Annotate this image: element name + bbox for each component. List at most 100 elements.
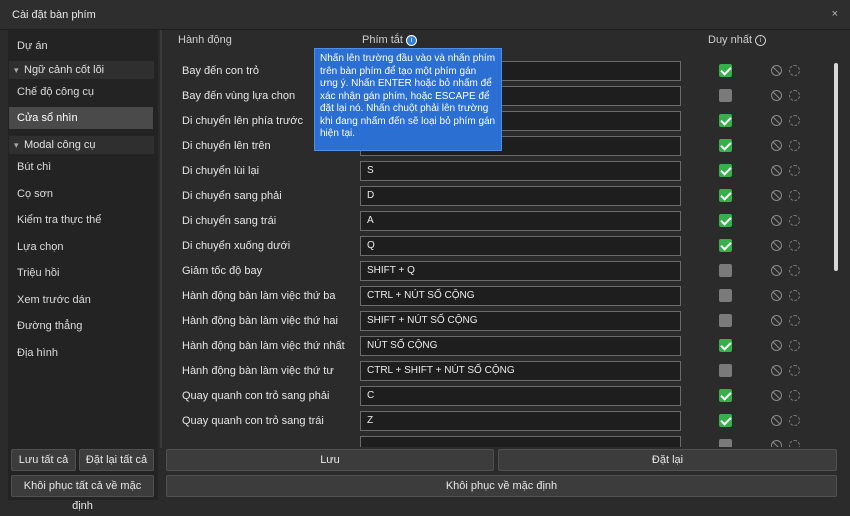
unique-checkbox[interactable] xyxy=(719,114,732,127)
unique-checkbox[interactable] xyxy=(719,339,732,352)
clear-binding-icon[interactable] xyxy=(771,90,782,101)
unique-checkbox[interactable] xyxy=(719,189,732,202)
clear-binding-icon[interactable] xyxy=(771,440,782,447)
clear-binding-icon[interactable] xyxy=(771,390,782,401)
sidebar-item[interactable]: Bút chì xyxy=(9,156,153,178)
reset-binding-icon[interactable] xyxy=(789,65,800,76)
sidebar-item-label: Xem trước dán xyxy=(17,294,91,306)
reset-binding-icon[interactable] xyxy=(789,390,800,401)
restore-defaults-button[interactable]: Khôi phục về mặc định xyxy=(166,475,837,497)
unique-checkbox[interactable] xyxy=(719,64,732,77)
shortcut-input[interactable]: D xyxy=(360,186,681,206)
unique-checkbox[interactable] xyxy=(719,389,732,402)
clear-binding-icon[interactable] xyxy=(771,215,782,226)
save-button[interactable]: Lưu xyxy=(166,449,494,471)
header-unique-label: Duy nhất xyxy=(708,34,753,46)
close-icon[interactable]: × xyxy=(832,8,838,20)
clear-binding-icon[interactable] xyxy=(771,240,782,251)
unique-checkbox[interactable] xyxy=(719,414,732,427)
sidebar-item-label: Lựa chọn xyxy=(17,241,64,253)
clear-binding-icon[interactable] xyxy=(771,365,782,376)
action-label: Bay đến vùng lựa chọn xyxy=(182,90,296,102)
reset-binding-icon[interactable] xyxy=(789,190,800,201)
unique-checkbox[interactable] xyxy=(719,314,732,327)
clear-binding-icon[interactable] xyxy=(771,315,782,326)
sidebar-item[interactable]: Xem trước dán xyxy=(9,289,153,311)
clear-binding-icon[interactable] xyxy=(771,165,782,176)
help-tooltip: Nhấn lên trường đầu vào và nhấn phím trê… xyxy=(314,48,502,151)
sidebar-item-label: Chế độ công cụ xyxy=(17,86,95,98)
action-label: Hành động bàn làm việc thứ tư xyxy=(182,365,334,377)
reset-binding-icon[interactable] xyxy=(789,340,800,351)
reset-binding-icon[interactable] xyxy=(789,415,800,426)
bindings-list: Bay đến con trỏ Bay đến vùng lựa chọn Di c… xyxy=(162,60,842,447)
sidebar-item[interactable]: Cửa sổ nhìn xyxy=(9,107,153,129)
sidebar-item[interactable]: Dự án xyxy=(9,35,153,57)
reset-button[interactable]: Đặt lại xyxy=(498,449,837,471)
unique-checkbox[interactable] xyxy=(719,364,732,377)
shortcut-input[interactable]: CTRL + NÚT SỐ CỘNG xyxy=(360,286,681,306)
action-label: Hành động bàn làm việc thứ ba xyxy=(182,290,336,302)
reset-binding-icon[interactable] xyxy=(789,290,800,301)
reset-binding-icon[interactable] xyxy=(789,165,800,176)
shortcut-input[interactable]: Q xyxy=(360,236,681,256)
reset-binding-icon[interactable] xyxy=(789,365,800,376)
shortcut-input[interactable]: SHIFT + NÚT SỐ CỘNG xyxy=(360,311,681,331)
sidebar-item[interactable]: Lựa chọn xyxy=(9,236,153,258)
scrollbar[interactable] xyxy=(834,63,838,271)
sidebar-item-label: Triệu hồi xyxy=(17,267,60,279)
unique-checkbox[interactable] xyxy=(719,214,732,227)
sidebar-item-label: Ngữ cảnh cốt lõi xyxy=(24,64,105,76)
reset-binding-icon[interactable] xyxy=(789,440,800,447)
sidebar-item-label: Modal công cụ xyxy=(24,139,96,151)
clear-binding-icon[interactable] xyxy=(771,340,782,351)
shortcut-input[interactable]: NÚT SỐ CỘNG xyxy=(360,336,681,356)
clear-binding-icon[interactable] xyxy=(771,265,782,276)
action-label: Giảm tốc độ bay xyxy=(182,265,263,277)
unique-checkbox[interactable] xyxy=(719,264,732,277)
info-icon[interactable]: i xyxy=(405,34,417,46)
unique-checkbox[interactable] xyxy=(719,89,732,102)
unique-checkbox[interactable] xyxy=(719,164,732,177)
sidebar-group[interactable]: ▾ Modal công cụ xyxy=(9,136,154,154)
info-icon[interactable]: i xyxy=(755,34,767,46)
reset-binding-icon[interactable] xyxy=(789,115,800,126)
reset-binding-icon[interactable] xyxy=(789,240,800,251)
action-label: Di chuyển lùi lại xyxy=(182,165,260,177)
unique-checkbox[interactable] xyxy=(719,289,732,302)
sidebar-item[interactable]: Triệu hồi xyxy=(9,262,153,284)
sidebar-item[interactable]: Kiểm tra thực thể xyxy=(9,209,153,231)
shortcut-input[interactable]: CTRL + SHIFT + NÚT SỐ CỘNG xyxy=(360,361,681,381)
reset-binding-icon[interactable] xyxy=(789,315,800,326)
shortcut-input[interactable]: Z xyxy=(360,411,681,431)
reset-binding-icon[interactable] xyxy=(789,90,800,101)
shortcut-input[interactable]: C xyxy=(360,386,681,406)
header-unique: Duy nhất i xyxy=(708,34,767,50)
unique-checkbox[interactable] xyxy=(719,139,732,152)
unique-checkbox[interactable] xyxy=(719,439,732,447)
clear-binding-icon[interactable] xyxy=(771,415,782,426)
restore-all-defaults-button[interactable]: Khôi phục tất cả về mặc định xyxy=(11,475,154,512)
shortcut-input[interactable]: A xyxy=(360,211,681,231)
sidebar-item[interactable]: Địa hình xyxy=(9,342,153,364)
header-action: Hành động xyxy=(178,34,232,46)
unique-checkbox[interactable] xyxy=(719,239,732,252)
clear-binding-icon[interactable] xyxy=(771,65,782,76)
clear-binding-icon[interactable] xyxy=(771,140,782,151)
shortcut-input[interactable]: S xyxy=(360,161,681,181)
save-all-button[interactable]: Lưu tất cả xyxy=(11,449,76,471)
reset-binding-icon[interactable] xyxy=(789,215,800,226)
clear-binding-icon[interactable] xyxy=(771,115,782,126)
shortcut-input[interactable] xyxy=(360,436,681,447)
sidebar-item[interactable]: Chế độ công cụ xyxy=(9,81,153,103)
reset-binding-icon[interactable] xyxy=(789,265,800,276)
sidebar-item[interactable]: Cọ sơn xyxy=(9,183,153,205)
reset-all-button[interactable]: Đặt lại tất cả xyxy=(79,449,154,471)
clear-binding-icon[interactable] xyxy=(771,290,782,301)
reset-binding-icon[interactable] xyxy=(789,140,800,151)
sidebar-item-label: Bút chì xyxy=(17,161,52,173)
shortcut-input[interactable]: SHIFT + Q xyxy=(360,261,681,281)
clear-binding-icon[interactable] xyxy=(771,190,782,201)
sidebar-group[interactable]: ▾ Ngữ cảnh cốt lõi xyxy=(9,61,154,79)
sidebar-item[interactable]: Đường thẳng xyxy=(9,315,153,337)
